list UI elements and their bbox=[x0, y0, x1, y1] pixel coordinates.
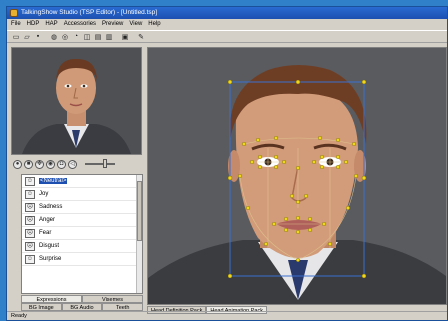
eye-icon[interactable]: ◉ bbox=[46, 159, 55, 169]
menu-accessories[interactable]: Accessories bbox=[64, 19, 96, 29]
save-icon[interactable]: ▪ bbox=[33, 32, 43, 42]
face-icon: ☹ bbox=[25, 215, 35, 225]
menu-file[interactable]: File bbox=[11, 19, 21, 29]
list-item[interactable]: ☺ <Neutral> bbox=[22, 175, 142, 188]
head-mesh-canvas[interactable] bbox=[148, 48, 446, 304]
face-icon: ☹ bbox=[25, 202, 35, 212]
list-item[interactable]: ☹ Disgust bbox=[22, 240, 142, 253]
expression-label: Disgust bbox=[39, 243, 60, 249]
volume-slider-thumb[interactable] bbox=[103, 159, 107, 168]
tab-visemes[interactable]: Visemes bbox=[82, 295, 143, 303]
expression-label: Surprise bbox=[39, 256, 62, 262]
tool-icon-6[interactable]: ▥ bbox=[104, 32, 114, 42]
expression-label: Fear bbox=[39, 230, 52, 236]
face-icon: ☹ bbox=[25, 228, 35, 238]
stop-icon[interactable]: ■ bbox=[24, 159, 33, 169]
menu-hdp[interactable]: HDP bbox=[27, 19, 40, 29]
face-icon: ☺ bbox=[25, 254, 35, 264]
expression-label: <Neutral> bbox=[39, 178, 68, 184]
open-icon[interactable]: ▱ bbox=[22, 32, 32, 42]
camera-icon[interactable]: ◘ bbox=[57, 159, 66, 169]
expression-label: Joy bbox=[39, 191, 49, 197]
new-icon[interactable]: ▭ bbox=[11, 32, 21, 42]
expression-tab-row: Expressions Visemes bbox=[21, 295, 143, 303]
list-item[interactable]: ☹ Sadness bbox=[22, 201, 142, 214]
list-item[interactable]: ☹ Fear bbox=[22, 227, 142, 240]
face-icon: ☹ bbox=[25, 241, 35, 251]
face-icon: ☺ bbox=[25, 189, 35, 199]
expression-list: ☺ <Neutral> ☺ Joy ☹ Sadness ☹ Anger ☹ Fe… bbox=[21, 174, 143, 294]
move-icon[interactable]: ✥ bbox=[35, 159, 44, 169]
menu-view[interactable]: View bbox=[129, 19, 142, 29]
head-preview bbox=[11, 47, 142, 155]
preview-controls: ● ■ ✥ ◉ ◘ ◁ bbox=[11, 157, 142, 171]
title-bar[interactable]: TalkingShow Studio (TSP Editor) - [Untit… bbox=[7, 7, 447, 19]
tool-icon-7[interactable]: ▣ bbox=[120, 32, 130, 42]
menu-help[interactable]: Help bbox=[148, 19, 160, 29]
tab-bg-audio[interactable]: BG Audio bbox=[61, 303, 103, 311]
tool-icon-1[interactable]: ◍ bbox=[49, 32, 59, 42]
head-editor-viewport[interactable] bbox=[147, 47, 447, 305]
status-bar: Ready bbox=[7, 311, 447, 320]
list-scrollbar[interactable] bbox=[136, 175, 142, 293]
list-item[interactable]: ☺ Joy bbox=[22, 188, 142, 201]
expression-label: Sadness bbox=[39, 204, 63, 210]
list-item[interactable]: ☺ Surprise bbox=[22, 253, 142, 266]
menu-hap[interactable]: HAP bbox=[45, 19, 57, 29]
tool-icon-5[interactable]: ▤ bbox=[93, 32, 103, 42]
app-window: TalkingShow Studio (TSP Editor) - [Untit… bbox=[6, 6, 448, 321]
tab-bg-image[interactable]: BG Image bbox=[21, 303, 62, 311]
speaker-icon[interactable]: ◁ bbox=[68, 159, 77, 169]
menu-preview[interactable]: Preview bbox=[102, 19, 123, 29]
list-item[interactable]: ☹ Anger bbox=[22, 214, 142, 227]
volume-slider[interactable] bbox=[85, 159, 115, 168]
tool-icon-4[interactable]: ◫ bbox=[82, 32, 92, 42]
app-icon bbox=[10, 9, 18, 17]
tab-expressions[interactable]: Expressions bbox=[21, 295, 82, 303]
expression-label: Anger bbox=[39, 217, 56, 223]
head-preview-image bbox=[12, 48, 141, 154]
background-tab-row: BG Image BG Audio Teeth bbox=[21, 303, 144, 311]
window-title: TalkingShow Studio (TSP Editor) - [Untit… bbox=[21, 9, 158, 16]
tool-icon-8[interactable]: ✎ bbox=[136, 32, 146, 42]
status-text: Ready bbox=[11, 313, 27, 319]
menu-bar: File HDP HAP Accessories Preview View He… bbox=[7, 19, 447, 29]
scrollbar-thumb[interactable] bbox=[137, 181, 142, 241]
face-icon: ☺ bbox=[25, 176, 35, 186]
toolbar: ▭ ▱ ▪ ◍ ◎ ◔ ◫ ▤ ▥ ▣ ✎ bbox=[7, 30, 447, 43]
tool-icon-3[interactable]: ◔ bbox=[71, 32, 81, 42]
tab-teeth[interactable]: Teeth bbox=[102, 303, 144, 311]
record-icon[interactable]: ● bbox=[13, 159, 22, 169]
tool-icon-2[interactable]: ◎ bbox=[60, 32, 70, 42]
